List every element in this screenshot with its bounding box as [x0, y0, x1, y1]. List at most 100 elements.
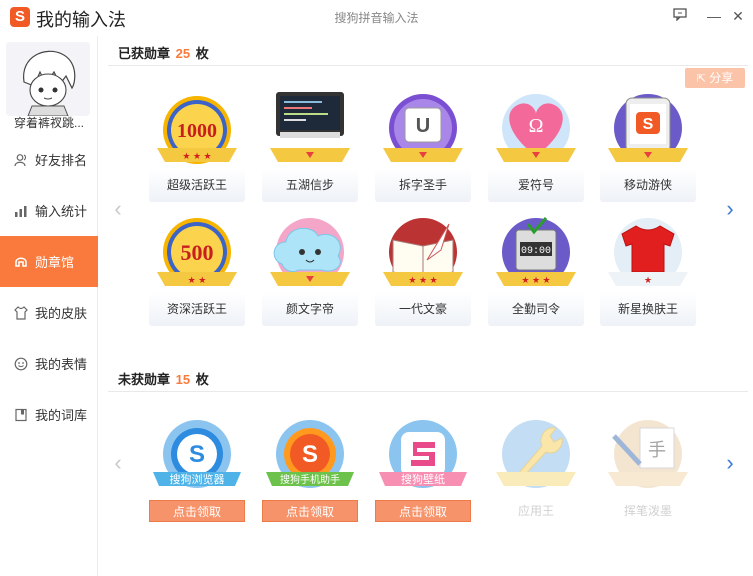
badge-wallpaper-icon: 搜狗壁纸 — [379, 420, 467, 488]
badge-love-symbol[interactable]: Ω 爱符号 — [488, 92, 584, 202]
badge-sogou-browser[interactable]: S 搜狗浏览器 点击领取 — [149, 416, 245, 524]
svg-text:★ ★ ★: ★ ★ ★ — [408, 275, 437, 285]
badge-browser-icon: S 搜狗浏览器 — [153, 420, 241, 488]
badge-super-active[interactable]: 1000 ★ ★ ★ 超级活跃王 — [149, 92, 245, 202]
svg-text:★: ★ — [644, 275, 652, 285]
title-bar: S 我的输入法 搜狗拼音输入法 — ✕ — [0, 0, 753, 36]
share-icon: ⇱ — [696, 73, 706, 85]
divider — [108, 65, 748, 66]
badge-label: 超级活跃王 — [166, 178, 227, 192]
unearned-next-arrow[interactable]: › — [722, 450, 738, 476]
minimize-button[interactable]: — — [704, 6, 724, 26]
badge-mobile-ranger[interactable]: S 移动游侠 — [600, 92, 696, 202]
badge-sogou-phone-assistant[interactable]: S 搜狗手机助手 点击领取 — [262, 416, 358, 524]
badge-skin-star[interactable]: ★ 新星换肤王 — [600, 216, 696, 326]
sidebar-item-medals[interactable]: 勋章馆 — [0, 236, 98, 287]
svg-text:★ ★ ★: ★ ★ ★ — [182, 151, 211, 161]
username: 穿着裤衩跳... — [13, 116, 84, 130]
avatar[interactable] — [6, 42, 90, 116]
earned-prefix: 已获勋章 — [118, 46, 171, 61]
svg-text:搜狗手机助手: 搜狗手机助手 — [280, 473, 340, 486]
badge-label: 五湖信步 — [285, 178, 334, 192]
badge-label: 新星换肤王 — [617, 302, 678, 316]
badge-1000-icon: 1000 ★ ★ ★ — [157, 96, 237, 164]
sidebar-item-label: 我的皮肤 — [35, 306, 88, 321]
svg-text:U: U — [416, 115, 430, 137]
badge-app-king[interactable]: 应用王 — [488, 416, 584, 524]
sidebar-item-friends[interactable]: 好友排名 — [0, 134, 98, 185]
badge-literary-master[interactable]: ★ ★ ★ 一代文豪 — [375, 216, 471, 326]
feedback-icon[interactable] — [670, 6, 690, 26]
earned-count: 25 — [175, 46, 191, 61]
unearned-prefix: 未获勋章 — [118, 372, 171, 387]
main-panel: 已获勋章 25 枚 ⇱ 分享 ‹ › 1000 ★ ★ ★ 超级活跃王 五湖信步… — [98, 36, 753, 576]
badge-heart-omega-icon: Ω — [496, 94, 576, 162]
friends-icon — [13, 152, 29, 168]
badge-book-quill-icon: ★ ★ ★ — [383, 218, 463, 286]
badge-label: 颜文字帝 — [285, 302, 334, 316]
unearned-count: 15 — [175, 372, 191, 387]
badge-label: 一代文豪 — [398, 302, 447, 316]
app-title: 我的输入法 — [36, 10, 126, 30]
badge-keycap-u-icon: U — [383, 94, 463, 162]
earned-header: 已获勋章 25 枚 — [118, 43, 209, 62]
badge-attendance[interactable]: 09:00 ★ ★ ★ 全勤司令 — [488, 216, 584, 326]
svg-text:手: 手 — [648, 440, 666, 460]
badge-phone-assistant-icon: S 搜狗手机助手 — [266, 420, 354, 488]
svg-text:1000: 1000 — [177, 120, 217, 142]
claim-button[interactable]: 点击领取 — [375, 500, 471, 522]
svg-text:搜狗浏览器: 搜狗浏览器 — [170, 472, 225, 486]
stats-icon — [13, 203, 29, 219]
badge-kaomoji[interactable]: 颜文字帝 — [262, 216, 358, 326]
svg-text:09:00: 09:00 — [521, 246, 551, 257]
dictionary-icon — [13, 407, 29, 423]
sidebar-item-stats[interactable]: 输入统计 — [0, 185, 98, 236]
earned-prev-arrow[interactable]: ‹ — [110, 196, 126, 222]
sidebar-item-skins[interactable]: 我的皮肤 — [0, 287, 98, 338]
badge-brush-ink[interactable]: 手 挥笔泼墨 — [600, 416, 696, 524]
svg-text:Ω: Ω — [529, 115, 544, 137]
svg-text:搜狗壁纸: 搜狗壁纸 — [401, 472, 445, 486]
badge-label: 全勤司令 — [511, 302, 560, 316]
share-label: 分享 — [709, 71, 734, 85]
badge-label: 挥笔泼墨 — [623, 504, 672, 518]
sidebar: 穿着裤衩跳... 好友排名 输入统计 勋章馆 我的皮肤 我的表情 我的词库 — [0, 36, 98, 576]
badge-sogou-wallpaper[interactable]: 搜狗壁纸 点击领取 — [375, 416, 471, 524]
divider — [108, 391, 748, 392]
sidebar-item-label: 我的词库 — [35, 408, 88, 423]
sidebar-nav: 好友排名 输入统计 勋章馆 我的皮肤 我的表情 我的词库 — [0, 134, 98, 440]
badge-senior-active[interactable]: 500 ★ ★ 资深活跃王 — [149, 216, 245, 326]
claim-button[interactable]: 点击领取 — [262, 500, 358, 522]
smile-icon — [13, 356, 29, 372]
badge-wrench-icon — [496, 420, 576, 488]
badge-500-icon: 500 ★ ★ — [157, 218, 237, 286]
sidebar-item-dictionary[interactable]: 我的词库 — [0, 389, 98, 440]
badge-chaizi[interactable]: U 拆字圣手 — [375, 92, 471, 202]
badge-label: 应用王 — [517, 504, 554, 518]
sogou-logo-icon: S — [10, 7, 30, 27]
badge-clock-icon: 09:00 ★ ★ ★ — [496, 217, 576, 286]
sidebar-item-label: 好友排名 — [35, 153, 88, 168]
unearned-header: 未获勋章 15 枚 — [118, 369, 209, 388]
claim-button[interactable]: 点击领取 — [149, 500, 245, 522]
share-button[interactable]: ⇱ 分享 — [685, 68, 745, 88]
badge-label: 移动游侠 — [623, 178, 672, 192]
medal-icon — [13, 254, 29, 270]
svg-text:S: S — [643, 116, 654, 133]
unearned-suffix: 枚 — [195, 372, 209, 387]
unearned-prev-arrow[interactable]: ‹ — [110, 450, 126, 476]
badge-label: 爱符号 — [517, 178, 554, 192]
badge-brush-icon: 手 — [608, 420, 688, 488]
badge-phone-icon: S — [608, 94, 688, 162]
close-button[interactable]: ✕ — [728, 6, 748, 26]
badge-wuhu[interactable]: 五湖信步 — [262, 92, 358, 202]
badge-shirt-icon: ★ — [608, 218, 688, 286]
sidebar-item-emoji[interactable]: 我的表情 — [0, 338, 98, 389]
earned-suffix: 枚 — [195, 46, 209, 61]
earned-next-arrow[interactable]: › — [722, 196, 738, 222]
sidebar-item-label: 输入统计 — [35, 204, 88, 219]
sidebar-item-label: 我的表情 — [35, 357, 88, 372]
svg-text:S: S — [189, 441, 205, 468]
shirt-icon — [13, 305, 29, 321]
badge-label: 拆字圣手 — [398, 178, 447, 192]
